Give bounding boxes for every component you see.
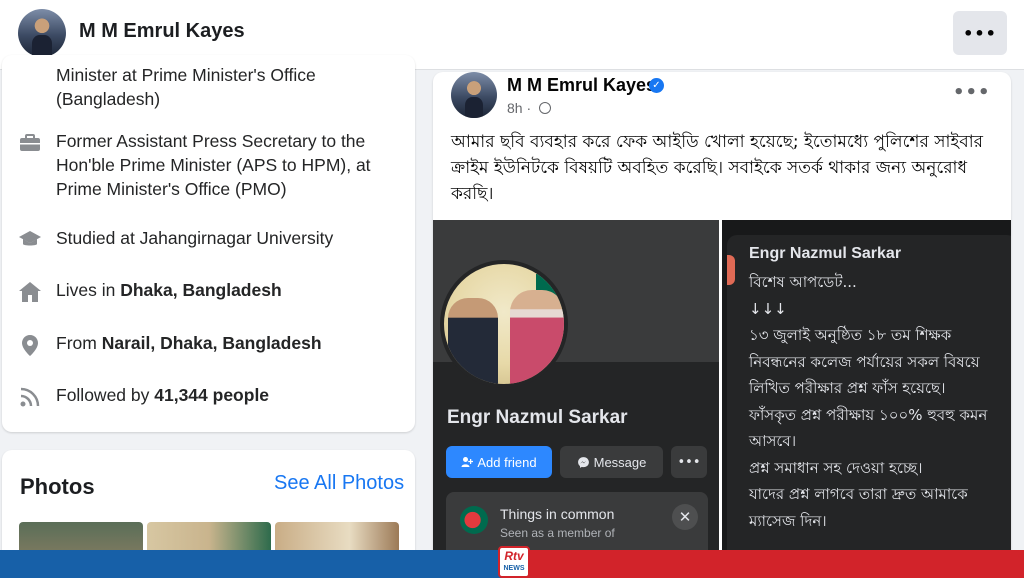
lives-prefix: Lives in [56,280,121,300]
more-options-button[interactable]: ••• [953,11,1007,55]
rss-feed-icon [18,385,44,411]
graduation-cap-icon [18,228,44,254]
post-author-name[interactable]: M M Emrul Kayes [507,75,656,96]
post-time-text: 8h [507,100,523,116]
location-pin-icon [18,333,44,359]
intro-work: Former Assistant Press Secretary to the … [18,129,396,201]
rtv-logo-text: Rtv [504,549,524,563]
fake-post-line: নিবন্ধনের কলেজ পর্যায়ের সকল বিষয়ে [749,352,980,371]
intro-role-text: Minister at Prime Minister's Office (Ban… [56,65,316,109]
more-button: ••• [671,446,707,478]
from-link[interactable]: Narail, Dhaka, Bangladesh [102,333,322,353]
messenger-icon [577,456,589,468]
intro-work-text: Former Assistant Press Secretary to the … [56,131,371,199]
fake-profile-picture [440,260,568,388]
intro-from-text: From Narail, Dhaka, Bangladesh [56,331,396,355]
fake-post-line: যাদের প্রশ্ন লাগবে তারা দ্রুত আমাকে [749,485,968,503]
fake-post-line: লিখিত পরীক্ষার প্রশ্ন ফাঁস হয়েছে। [749,379,946,397]
intro-lives: Lives in Dhaka, Bangladesh [18,278,396,306]
post-timestamp[interactable]: 8h · [507,100,552,116]
rtv-news-logo: Rtv NEWS [498,546,530,578]
briefcase-icon [18,131,44,157]
things-in-common-title: Things in common [500,506,615,522]
fake-post-line: ফাঁসকৃত প্রশ্ন পরীক্ষায় ১০০% হুবহু কমন [749,405,988,424]
avatar-fragment [727,255,735,285]
post-card: M M Emrul Kayes ✓ 8h · ••• আমার ছবি ব্যব… [433,72,1011,578]
post-author-avatar[interactable] [451,72,497,118]
intro-followers-text: Followed by 41,344 people [56,383,396,407]
fake-post-line: প্রশ্ন সমাধান সহ দেওয়া হচ্ছে। [749,458,923,477]
fake-post-text: বিশেষ আপডেট... ↓↓↓ ১৩ জুলাই অনুষ্ঠিত ১৮ … [749,269,1011,534]
intro-from: From Narail, Dhaka, Bangladesh [18,331,396,359]
add-friend-icon [461,456,474,467]
person-image [510,290,564,384]
fake-post-line: আসবে। [749,432,797,450]
post-text: আমার ছবি ব্যবহার করে ফেক আইডি খোলা হয়েছ… [451,132,983,204]
followed-prefix: Followed by [56,385,155,405]
rtv-logo-subtext: NEWS [503,565,525,572]
add-friend-label: Add friend [477,454,537,470]
photos-title: Photos [20,474,95,499]
education-link[interactable]: Jahangirnagar University [140,228,334,248]
fake-post-screenshot[interactable]: Engr Nazmul Sarkar বিশেষ আপডেট... ↓↓↓ ১৩… [722,220,1011,578]
home-icon [18,280,44,306]
fake-profile-screenshot[interactable]: Engr Nazmul Sarkar Add friend Message ••… [433,220,719,578]
person-image [448,298,498,384]
intro-education-text: Studied at Jahangirnagar University [56,226,396,250]
post-options-button[interactable]: ••• [953,82,991,103]
intro-role: Minister at Prime Minister's Office (Ban… [18,63,336,111]
followers-link[interactable]: 41,344 people [154,385,269,405]
intro-card: Minister at Prime Minister's Office (Ban… [2,55,415,432]
intro-lives-text: Lives in Dhaka, Bangladesh [56,278,396,302]
see-all-photos-link[interactable]: See All Photos [274,472,404,495]
profile-avatar[interactable] [18,9,66,57]
add-friend-button: Add friend [446,446,552,478]
intro-followers: Followed by 41,344 people [18,383,396,411]
intro-education: Studied at Jahangirnagar University [18,226,396,254]
verified-badge-icon: ✓ [649,78,664,93]
education-prefix: Studied at [56,228,140,248]
bangladesh-flag-icon [460,506,488,534]
message-button: Message [560,446,663,478]
message-label: Message [593,454,647,470]
fake-profile-name: Engr Nazmul Sarkar [447,407,628,428]
lives-link[interactable]: Dhaka, Bangladesh [120,280,281,300]
fake-post-author: Engr Nazmul Sarkar [749,245,902,262]
fake-post-line: ↓↓↓ [749,299,787,318]
profile-name[interactable]: M M Emrul Kayes [79,20,245,43]
things-in-common-subtitle: Seen as a member of [500,526,615,540]
fake-post-line: ১৩ জুলাই অনুষ্ঠিত ১৮ তম শিক্ষক [749,326,952,344]
close-icon: ✕ [672,504,698,530]
from-prefix: From [56,333,102,353]
fake-post-line: ম্যাসেজ দিন। [749,511,827,530]
globe-icon [539,102,552,114]
fake-post-card: Engr Nazmul Sarkar বিশেষ আপডেট... ↓↓↓ ১৩… [727,235,1011,578]
fake-post-line: বিশেষ আপডেট... [749,273,857,291]
